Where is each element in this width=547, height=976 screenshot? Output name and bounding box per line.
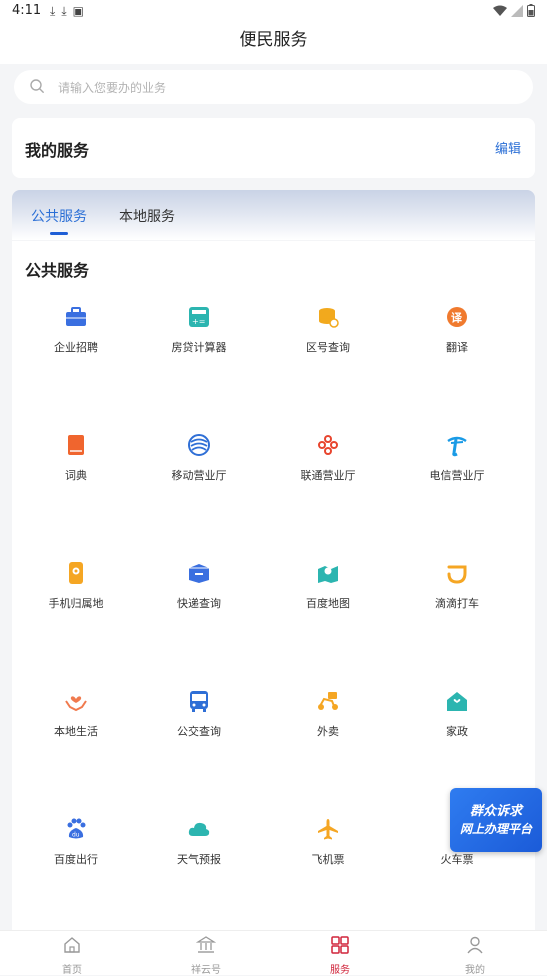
house-icon	[447, 692, 467, 711]
service-label: 翻译	[446, 341, 468, 354]
app-header: 便民服务	[0, 24, 547, 64]
service-item[interactable]: 译翻译	[393, 305, 521, 385]
banner-line-2: 网上办理平台	[459, 822, 532, 836]
service-item[interactable]: du 百度出行	[12, 817, 140, 897]
svg-text:译: 译	[451, 312, 463, 325]
translate-icon: 译	[447, 307, 467, 327]
service-item[interactable]: 词典	[12, 433, 140, 513]
didi-icon	[447, 565, 467, 584]
service-label: 联通营业厅	[300, 469, 356, 482]
service-item[interactable]: 企业招聘	[12, 305, 140, 385]
briefcase-icon	[66, 307, 86, 326]
service-item[interactable]: 天气预报	[135, 817, 263, 897]
status-time: 4:11	[12, 3, 42, 18]
nav-item-xiangyun[interactable]: 祥云号	[166, 935, 246, 976]
nav-item-mine[interactable]: 我的	[435, 935, 515, 976]
service-item[interactable]: 区号查询	[264, 305, 392, 385]
notification-icons: ⤓ ⤓ ▣	[50, 4, 84, 19]
bus-icon	[190, 691, 208, 712]
service-label: 外卖	[317, 725, 339, 738]
section-title: 公共服务	[25, 261, 90, 280]
phone-location-icon	[69, 562, 83, 584]
service-label: 手机归属地	[48, 597, 104, 610]
airplane-icon	[318, 819, 338, 840]
map-icon	[318, 566, 338, 583]
search-bar[interactable]	[14, 70, 533, 106]
service-label: 滴滴打车	[435, 597, 479, 610]
download-icon: ⤓	[61, 4, 67, 18]
china-unicom-icon	[317, 434, 339, 456]
service-item[interactable]: 手机归属地	[12, 561, 140, 641]
service-label: 本地生活	[54, 725, 98, 738]
service-label: 移动营业厅	[171, 469, 227, 482]
edit-button[interactable]: 编辑	[495, 138, 521, 157]
service-item[interactable]: 本地生活	[12, 689, 140, 769]
service-item[interactable]: 滴滴打车	[393, 561, 521, 641]
tab-public-services[interactable]: 公共服务	[31, 206, 87, 226]
service-label: 词典	[65, 469, 87, 482]
nav-item-services[interactable]: 服务	[300, 935, 380, 976]
battery-icon	[527, 4, 535, 17]
my-services-title: 我的服务	[25, 141, 90, 160]
my-services-card: 我的服务 编辑	[12, 118, 535, 178]
search-input[interactable]	[56, 70, 500, 106]
service-item[interactable]: 飞机票	[264, 817, 392, 897]
wifi-icon	[493, 5, 507, 16]
service-item[interactable]: += 房贷计算器	[135, 305, 263, 385]
signal-icon	[511, 4, 523, 17]
active-tab-indicator	[50, 232, 68, 235]
service-item[interactable]: 联通营业厅	[264, 433, 392, 513]
user-icon	[467, 936, 483, 954]
service-label: 家政	[446, 725, 468, 738]
service-item[interactable]: 百度地图	[264, 561, 392, 641]
service-item[interactable]: 家政	[393, 689, 521, 769]
complaint-platform-banner[interactable]: 群众诉求 网上办理平台	[450, 788, 542, 852]
china-telecom-icon	[447, 436, 467, 457]
hands-heart-icon	[65, 696, 87, 712]
tab-local-services[interactable]: 本地服务	[119, 206, 175, 226]
calculator-icon: +=	[189, 307, 209, 327]
service-label: 企业招聘	[54, 341, 98, 354]
status-bar: 4:11 ⤓ ⤓ ▣	[0, 0, 547, 24]
page-title: 便民服务	[239, 30, 308, 50]
service-tabs: 公共服务 本地服务	[12, 190, 535, 240]
bottom-nav: 首页 祥云号 服务 我的	[0, 930, 547, 976]
cloud-icon	[188, 822, 210, 836]
service-item[interactable]: 电信营业厅	[393, 433, 521, 513]
grid-icon	[331, 936, 349, 954]
service-label: 百度出行	[54, 853, 98, 866]
book-icon	[68, 435, 84, 455]
package-icon	[189, 564, 209, 583]
service-label: 电信营业厅	[429, 469, 485, 482]
search-icon	[30, 79, 44, 93]
baidu-paw-icon: du	[67, 818, 86, 839]
service-label: 百度地图	[306, 597, 350, 610]
service-label: 区号查询	[306, 341, 350, 354]
scooter-icon	[318, 692, 338, 710]
service-label: 火车票	[440, 853, 474, 866]
china-mobile-icon	[188, 434, 210, 456]
service-item[interactable]: 外卖	[264, 689, 392, 769]
svg-text:+=: +=	[192, 317, 205, 326]
nav-item-home[interactable]: 首页	[32, 935, 112, 976]
service-label: 飞机票	[311, 853, 345, 866]
institution-icon	[195, 936, 217, 953]
service-label: 房贷计算器	[171, 341, 227, 354]
app-notification-icon: ▣	[72, 4, 84, 18]
service-label: 天气预报	[177, 853, 221, 866]
system-icons	[493, 4, 535, 17]
service-label: 公交查询	[177, 725, 221, 738]
service-label: 快递查询	[177, 597, 221, 610]
download-icon: ⤓	[50, 4, 56, 18]
service-item[interactable]: 移动营业厅	[135, 433, 263, 513]
service-item[interactable]: 快递查询	[135, 561, 263, 641]
banner-line-1: 群众诉求	[469, 804, 522, 819]
service-item[interactable]: 公交查询	[135, 689, 263, 769]
coins-icon	[319, 308, 339, 328]
svg-text:du: du	[72, 832, 80, 839]
home-icon	[64, 937, 80, 953]
